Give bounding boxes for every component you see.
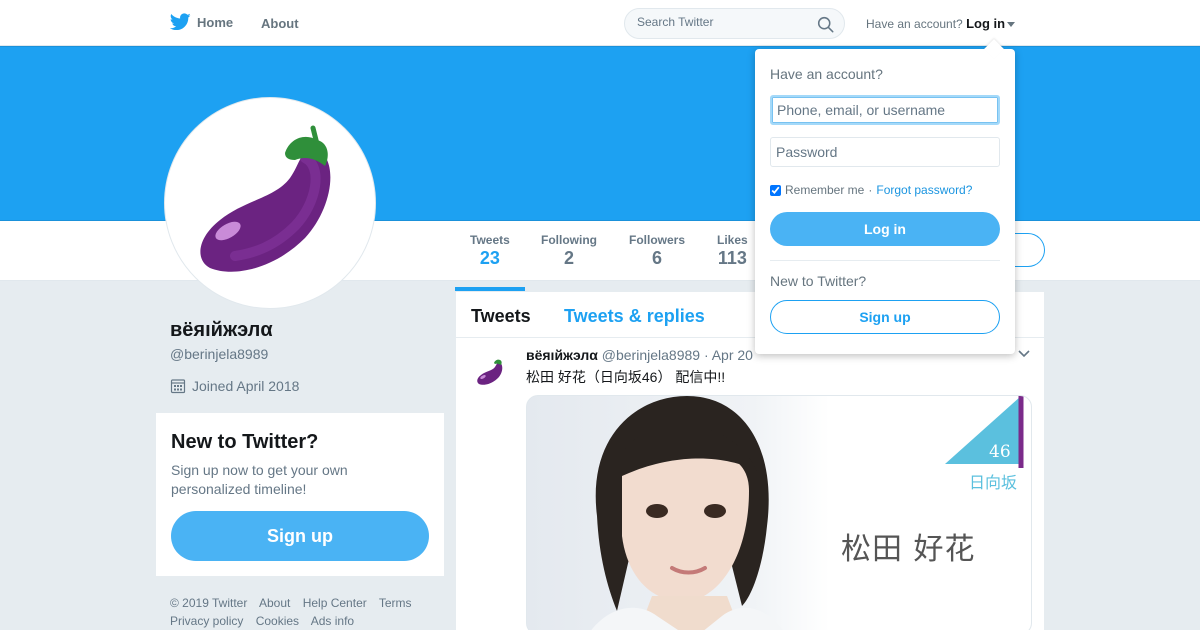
- nav-about-link[interactable]: About: [261, 16, 299, 31]
- footer-copyright: © 2019 Twitter: [170, 596, 248, 610]
- footer-link-help[interactable]: Help Center: [303, 596, 367, 610]
- login-link[interactable]: Log in: [966, 16, 1005, 31]
- nav-home-link[interactable]: Home: [170, 13, 233, 31]
- tweet-media-image[interactable]: 46 日向坂 松田 好花: [526, 395, 1032, 630]
- footer: © 2019 Twitter About Help Center Terms P…: [170, 594, 450, 630]
- stat-tweets[interactable]: Tweets 23: [455, 233, 525, 291]
- search-icon[interactable]: [817, 16, 834, 33]
- media-logo-number: 46: [989, 442, 1011, 462]
- tweet-author-name[interactable]: вёяıйжэлα: [526, 347, 598, 363]
- dropdown-signup-button[interactable]: Sign up: [770, 300, 1000, 334]
- tweet-text: 松田 好花（日向坂46） 配信中!!: [526, 369, 726, 385]
- tweet-author-handle[interactable]: @berinjela8989: [602, 347, 700, 363]
- footer-link-cookies[interactable]: Cookies: [256, 614, 299, 628]
- search-box: [624, 8, 845, 39]
- profile-joined: Joined April 2018: [170, 378, 299, 394]
- profile-avatar[interactable]: [164, 97, 376, 309]
- stat-label: Likes: [717, 233, 748, 247]
- login-menu-toggle[interactable]: Have an account? Log in: [866, 16, 1016, 31]
- separator-dot: ·: [868, 183, 873, 197]
- profile-name: вёяıйжэлα: [170, 319, 273, 341]
- login-button[interactable]: Log in: [770, 212, 1000, 246]
- signup-card: New to Twitter? Sign up now to get your …: [156, 413, 444, 576]
- tweet-avatar[interactable]: [471, 352, 511, 392]
- stat-value: 6: [652, 248, 663, 268]
- stat-likes[interactable]: Likes 113: [717, 233, 748, 269]
- footer-link-about[interactable]: About: [259, 596, 290, 610]
- twitter-bird-icon: [170, 13, 191, 31]
- caret-down-icon: [1007, 22, 1016, 28]
- media-caption: 松田 好花: [841, 532, 976, 567]
- signup-button[interactable]: Sign up: [171, 511, 429, 561]
- password-field[interactable]: [770, 137, 1000, 167]
- have-account-label: Have an account?: [866, 17, 963, 31]
- tweet-header: вёяıйжэлα @berinjela8989 · Apr 20: [526, 347, 753, 363]
- login-dropdown: Have an account? Remember me · Forgot pa…: [755, 39, 1015, 354]
- top-nav: Home About Have an account? Log in: [0, 0, 1200, 46]
- stat-value: 2: [563, 248, 574, 268]
- forgot-password-link[interactable]: Forgot password?: [876, 183, 972, 197]
- signup-card-title: New to Twitter?: [171, 431, 319, 453]
- remember-row: Remember me · Forgot password?: [770, 183, 972, 197]
- eggplant-icon: [200, 125, 331, 272]
- profile-handle: @berinjela8989: [170, 346, 269, 362]
- media-logo-text: 日向坂: [969, 473, 1018, 492]
- stat-followers[interactable]: Followers 6: [629, 233, 685, 269]
- login-dropdown-title: Have an account?: [770, 66, 883, 82]
- tab-tweets[interactable]: Tweets: [471, 306, 531, 327]
- nav-home-label: Home: [197, 14, 234, 30]
- username-field[interactable]: [770, 95, 1000, 125]
- stat-following[interactable]: Following 2: [541, 233, 597, 269]
- remember-me-label[interactable]: Remember me: [785, 183, 864, 197]
- stat-label: Followers: [629, 233, 686, 247]
- eggplant-icon: [471, 352, 511, 392]
- stat-label: Following: [541, 233, 597, 247]
- tab-tweets-replies[interactable]: Tweets & replies: [564, 306, 705, 327]
- calendar-icon: [170, 379, 186, 394]
- signup-card-text: Sign up now to get your own personalized…: [171, 462, 348, 497]
- stat-value: 113: [717, 248, 747, 268]
- divider: [770, 260, 1000, 261]
- footer-link-ads[interactable]: Ads info: [311, 614, 354, 628]
- remember-me-checkbox[interactable]: [770, 184, 781, 196]
- stat-label: Tweets: [470, 233, 510, 247]
- joined-label: Joined April 2018: [192, 378, 300, 394]
- footer-link-terms[interactable]: Terms: [379, 596, 412, 610]
- tweet-date[interactable]: · Apr 20: [704, 347, 753, 363]
- chevron-down-icon[interactable]: [1018, 350, 1030, 358]
- portrait-photo: [591, 396, 1024, 630]
- search-input[interactable]: [637, 15, 807, 29]
- new-to-twitter-label: New to Twitter?: [770, 273, 867, 289]
- stat-value: 23: [479, 248, 500, 268]
- footer-link-privacy[interactable]: Privacy policy: [170, 614, 243, 628]
